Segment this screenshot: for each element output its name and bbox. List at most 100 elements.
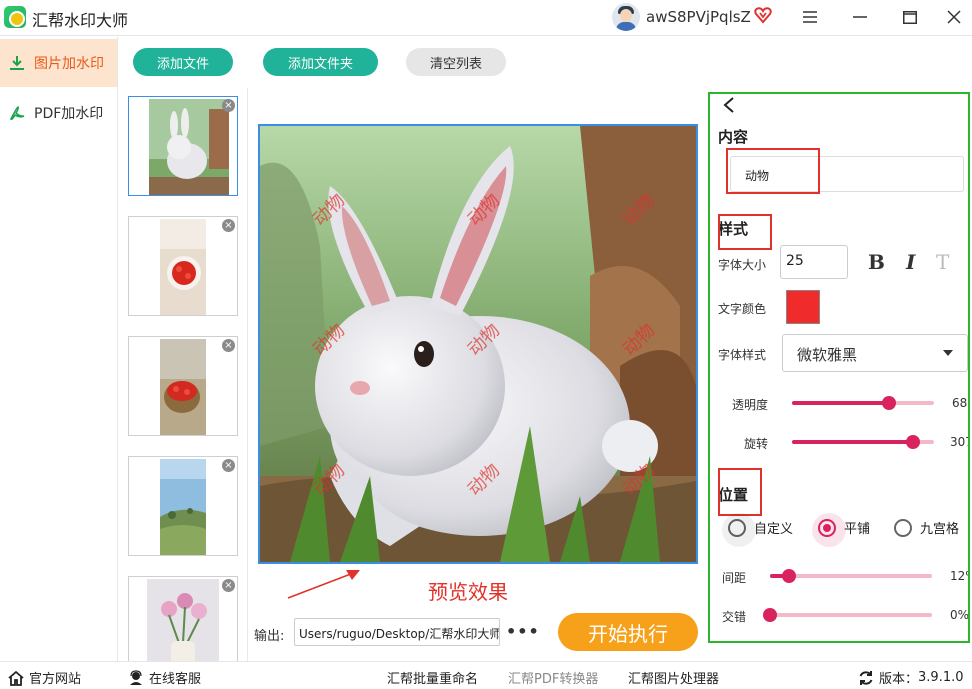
position-option-custom[interactable]: 自定义 (722, 512, 794, 547)
stagger-label: 交错 (722, 610, 747, 624)
rotation-slider-handle[interactable] (905, 435, 920, 449)
font-style-select[interactable]: 微软雅黑 (782, 334, 968, 372)
remove-thumbnail-button[interactable]: × (222, 579, 235, 592)
thumbnail-hill-landscape[interactable]: × (128, 456, 238, 556)
add-file-button[interactable]: 添加文件 (133, 48, 233, 76)
tulips-vase-thumbnail-image (147, 579, 219, 661)
radio-label: 平铺 (844, 522, 871, 537)
clear-list-button[interactable]: 清空列表 (406, 48, 506, 76)
preview-area: 动物 动物 动物 动物 动物 动物 动物 动物 动物 预览效果 输出: User… (248, 88, 708, 661)
pdf-icon (10, 106, 25, 120)
remove-thumbnail-button[interactable]: × (222, 99, 235, 112)
pdf-converter-link[interactable]: 汇帮PDF转换器 (508, 668, 598, 687)
vip-heart-icon[interactable] (754, 6, 772, 24)
settings-panel: 内容 动物 样式 字体大小 25 B I T 文字颜色 字体样式 微软雅黑 透明… (708, 92, 970, 643)
text-color-swatch[interactable] (786, 290, 820, 324)
add-folder-button[interactable]: 添加文件夹 (263, 48, 378, 76)
italic-button[interactable]: I (906, 250, 915, 274)
remove-thumbnail-button[interactable]: × (222, 219, 235, 232)
sidebar-item-image-watermark[interactable]: 图片加水印 (0, 39, 117, 87)
text-color-label: 文字颜色 (718, 302, 767, 316)
stagger-slider[interactable] (763, 608, 932, 622)
app-title: 汇帮水印大师 (32, 11, 129, 30)
annotation-box (718, 214, 772, 250)
browse-output-button[interactable]: ••• (506, 622, 540, 641)
chevron-down-icon (943, 350, 953, 356)
close-icon (947, 10, 961, 24)
strawberry-basket-thumbnail-image (160, 339, 206, 435)
radio-icon (894, 518, 912, 537)
thumbnail-strawberry-basket[interactable]: × (128, 336, 238, 436)
annotation-box (726, 148, 820, 194)
output-label: 输出: (254, 629, 285, 644)
rotation-label: 旋转 (744, 437, 769, 451)
back-arrow-icon[interactable] (720, 96, 738, 114)
start-button[interactable]: 开始执行 (558, 613, 698, 651)
batch-rename-link[interactable]: 汇帮批量重命名 (387, 668, 478, 687)
content-section-title: 内容 (718, 128, 749, 146)
bold-button[interactable]: B (868, 250, 885, 274)
hill-landscape-thumbnail-image (160, 459, 206, 555)
strawberries-plate-thumbnail-image (160, 219, 206, 315)
remove-thumbnail-button[interactable]: × (222, 459, 235, 472)
version-info[interactable]: 版本： 3.9.1.0 (858, 668, 964, 687)
opacity-slider[interactable] (792, 396, 934, 410)
thumbnail-strawberries-plate[interactable]: × (128, 216, 238, 316)
stagger-value: 0% (950, 608, 970, 622)
app-window: 汇帮水印大师 awS8PVjPqlsZ 图片加水印 PDF加水印 添加文件 添加… (0, 0, 972, 689)
online-support-label: 在线客服 (149, 672, 202, 687)
preview-effect-label: 预览效果 (428, 580, 508, 604)
minimize-icon (853, 16, 867, 18)
close-button[interactable] (940, 4, 968, 30)
rotation-slider-fill (792, 440, 913, 444)
rabbit-thumbnail-image (149, 99, 229, 195)
username[interactable]: awS8PVjPqlsZ (646, 8, 751, 26)
font-size-input[interactable]: 25 (780, 245, 848, 279)
rotation-slider[interactable] (792, 435, 934, 449)
thumbnail-rabbit[interactable]: × (128, 96, 238, 196)
thumbnail-tulips-vase[interactable]: × (128, 576, 238, 661)
sidebar: 图片加水印 PDF加水印 (0, 37, 118, 661)
hamburger-icon (803, 11, 817, 23)
spacing-slider-handle[interactable] (782, 569, 797, 583)
user-avatar[interactable] (612, 3, 640, 31)
refresh-icon (859, 670, 873, 685)
opacity-value: 68% (952, 396, 968, 410)
position-option-tile[interactable]: 平铺 (812, 512, 871, 547)
toolbar: 添加文件 添加文件夹 清空列表 (118, 37, 708, 87)
text-format-button[interactable]: T (936, 250, 949, 274)
spacing-value: 12% (950, 569, 968, 583)
remove-thumbnail-button[interactable]: × (222, 339, 235, 352)
image-processor-link[interactable]: 汇帮图片处理器 (628, 668, 719, 687)
sidebar-item-label: PDF加水印 (34, 106, 104, 122)
spacing-slider[interactable] (770, 569, 932, 583)
sidebar-item-label: 图片加水印 (34, 56, 104, 72)
font-size-label: 字体大小 (718, 258, 767, 272)
stagger-slider-handle[interactable] (763, 608, 777, 622)
radio-label: 九宫格 (920, 522, 960, 537)
font-style-label: 字体样式 (718, 348, 767, 362)
sidebar-item-pdf-watermark[interactable]: PDF加水印 (0, 89, 117, 137)
output-path-field[interactable]: Users/ruguo/Desktop/汇帮水印大师 (294, 618, 500, 646)
annotation-box (718, 468, 762, 516)
rotation-value: 307° (950, 435, 968, 449)
support-agent-icon (130, 669, 142, 685)
radio-label: 自定义 (754, 522, 794, 537)
spacing-label: 间距 (722, 571, 747, 585)
opacity-slider-fill (792, 401, 889, 405)
minimize-button[interactable] (846, 4, 874, 30)
download-icon (10, 56, 24, 70)
opacity-slider-handle[interactable] (881, 396, 896, 410)
version-number: 3.9.1.0 (918, 670, 964, 685)
maximize-button[interactable] (896, 4, 924, 30)
preview-image-frame[interactable]: 动物 动物 动物 动物 动物 动物 动物 动物 动物 (258, 124, 698, 564)
title-bar: 汇帮水印大师 awS8PVjPqlsZ (0, 0, 972, 36)
online-support-link[interactable]: 在线客服 (128, 668, 201, 687)
menu-button[interactable] (796, 4, 824, 30)
radio-icon (722, 512, 756, 547)
maximize-icon (903, 10, 917, 24)
official-website-link[interactable]: 官方网站 (8, 668, 81, 687)
position-option-grid[interactable]: 九宫格 (894, 518, 959, 537)
app-logo-icon (4, 6, 26, 28)
radio-icon (812, 512, 846, 547)
